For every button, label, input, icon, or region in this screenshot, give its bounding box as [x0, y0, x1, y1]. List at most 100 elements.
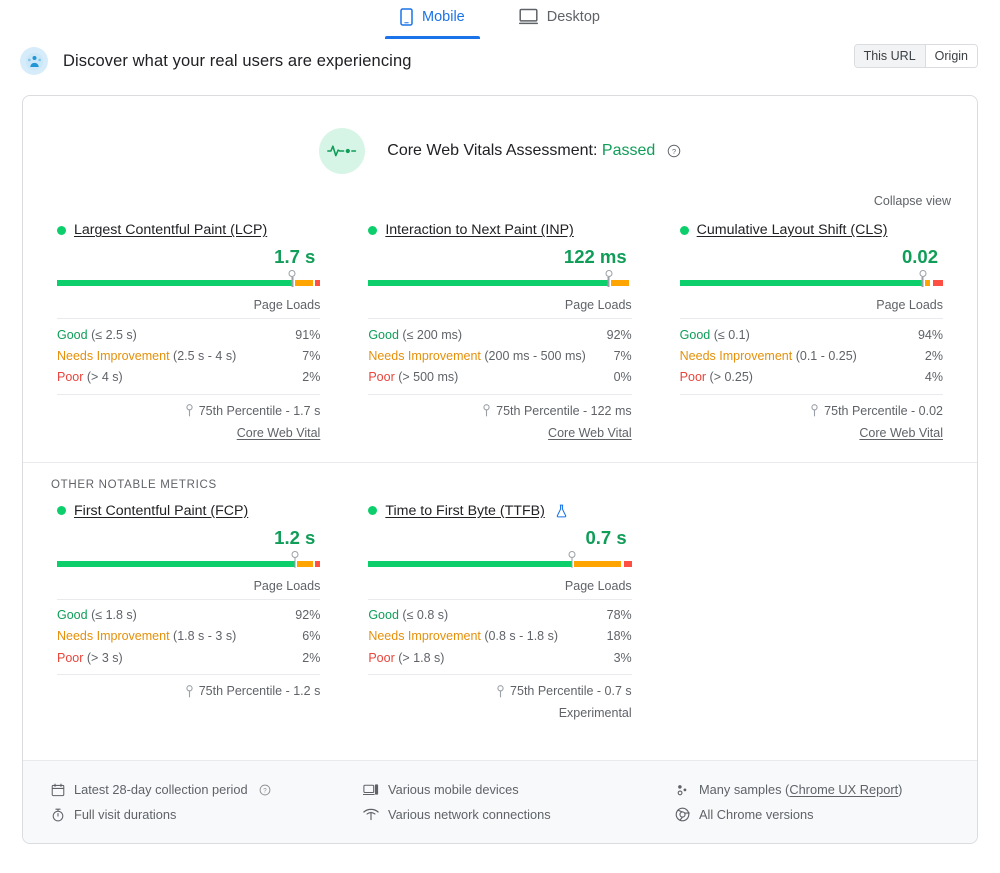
footer-item: All Chrome versions — [675, 802, 977, 827]
field-data-card: Core Web Vitals Assessment: Passed ? Col… — [22, 95, 978, 845]
percentile-text: 75th Percentile - 122 ms — [496, 403, 632, 418]
page-loads-label: Page Loads — [57, 573, 321, 600]
real-users-icon — [20, 47, 48, 75]
assessment-label: Core Web Vitals Assessment: — [387, 142, 598, 159]
help-circle-icon[interactable]: ? — [667, 144, 681, 158]
percentile-pin-icon — [482, 404, 491, 417]
bucket-list: Good (≤ 200 ms) 92% Needs Improvement (200… — [368, 319, 631, 388]
bucket-row: Good (≤ 2.5 s) 91% — [57, 324, 320, 345]
bucket-row: Needs Improvement (0.8 s - 1.8 s) 18% — [368, 626, 631, 647]
metric-value: 1.7 s — [274, 246, 316, 267]
percentile-marker-icon — [568, 550, 576, 568]
footer-item-text: Many samples (Chrome UX Report) — [699, 782, 903, 798]
bar-segment-poor — [932, 280, 943, 286]
percentile-row: 75th Percentile - 122 ms — [368, 393, 632, 418]
tab-desktop[interactable]: Desktop — [509, 6, 610, 38]
bucket-label: Poor (> 1.8 s) — [368, 650, 445, 665]
bucket-percentage: 7% — [302, 348, 321, 363]
status-dot-icon — [368, 225, 378, 235]
status-badge: Passed — [601, 142, 656, 159]
percentile-marker-icon — [919, 270, 927, 287]
footer-column: Many samples (Chrome UX Report) All Chrom… — [659, 777, 977, 827]
samples-icon — [675, 783, 690, 797]
pulse-icon — [319, 128, 366, 174]
metric-footnote: Core Web Vital — [57, 418, 321, 440]
footer-column: Latest 28-day collection period? Full vis… — [23, 777, 341, 827]
bar-segment-good — [368, 280, 609, 286]
bucket-percentage: 91% — [295, 327, 321, 342]
core-web-vitals-grid: Largest Contentful Paint (LCP) 1.7 s Page … — [23, 210, 977, 454]
core-web-vital-link[interactable]: Core Web Vital — [859, 426, 943, 440]
bucket-label: Needs Improvement (0.8 s - 1.8 s) — [368, 629, 559, 644]
metric-title-link[interactable]: Largest Contentful Paint (LCP) — [74, 222, 267, 238]
metric-header: Interaction to Next Paint (INP) — [368, 222, 631, 238]
distribution-bar — [57, 550, 321, 569]
metric-value: 0.7 s — [585, 526, 627, 548]
bucket-row: Good (≤ 0.1) 94% — [680, 324, 943, 345]
metric-header: Cumulative Layout Shift (CLS) — [679, 222, 943, 238]
bucket-percentage: 2% — [924, 348, 943, 363]
bar-segment-poor — [315, 280, 321, 286]
page-title: Discover what your real users are experi… — [63, 51, 412, 70]
bucket-percentage: 18% — [606, 629, 632, 644]
bar-segment-poor — [623, 560, 632, 567]
metric-card: First Contentful Paint (FCP) 1.2 s Page Lo… — [33, 503, 344, 727]
bucket-row: Needs Improvement (1.8 s - 3 s) 6% — [57, 626, 320, 647]
bucket-label: Needs Improvement (1.8 s - 3 s) — [57, 629, 237, 644]
footer-item-text: All Chrome versions — [699, 807, 814, 823]
bucket-list: Good (≤ 2.5 s) 91% Needs Improvement (2.5 … — [57, 319, 320, 388]
bucket-label: Poor (> 3 s) — [57, 650, 123, 665]
bucket-label: Good (≤ 2.5 s) — [57, 327, 137, 342]
bucket-list: Good (≤ 0.8 s) 78% Needs Improvement (0.8 … — [368, 600, 631, 669]
distribution-bar-track — [679, 280, 943, 286]
scope-origin-button[interactable]: Origin — [924, 45, 977, 67]
metric-title-link[interactable]: Cumulative Layout Shift (CLS) — [697, 222, 888, 238]
card-footer: Latest 28-day collection period? Full vis… — [23, 760, 977, 844]
metric-header: First Contentful Paint (FCP) — [57, 503, 320, 519]
bucket-percentage: 6% — [302, 629, 321, 644]
distribution-bar-track — [368, 280, 631, 286]
footer-item-text: Full visit durations — [74, 807, 177, 823]
percentile-marker-icon — [291, 550, 299, 568]
metric-footnote: Core Web Vital — [368, 418, 632, 440]
metric-card: Cumulative Layout Shift (CLS) 0.02 Page Lo… — [656, 222, 967, 446]
footer-item-text: Various mobile devices — [388, 782, 519, 798]
footer-item-text: Latest 28-day collection period — [74, 782, 248, 798]
bucket-percentage: 92% — [606, 327, 632, 342]
bucket-row: Poor (> 1.8 s) 3% — [368, 647, 631, 668]
bucket-list: Good (≤ 0.1) 94% Needs Improvement (0.1 - … — [680, 319, 943, 388]
bucket-label: Needs Improvement (0.1 - 0.25) — [679, 348, 857, 363]
percentile-text: 75th Percentile - 1.7 s — [198, 403, 321, 418]
status-dot-icon — [57, 506, 66, 516]
stopwatch-icon — [51, 808, 65, 822]
metric-title-link[interactable]: First Contentful Paint (FCP) — [74, 503, 248, 519]
footer-item: Latest 28-day collection period? — [51, 777, 341, 802]
bucket-label: Good (≤ 200 ms) — [368, 327, 463, 342]
help-circle-icon[interactable]: ? — [259, 784, 271, 796]
bucket-label: Needs Improvement (2.5 s - 4 s) — [57, 348, 237, 363]
bucket-label: Good (≤ 0.1) — [679, 327, 750, 342]
distribution-bar-track — [368, 560, 632, 567]
metric-title-link[interactable]: Interaction to Next Paint (INP) — [385, 222, 573, 238]
collapse-view-button[interactable]: Collapse view — [874, 194, 951, 208]
metric-header: Largest Contentful Paint (LCP) — [57, 222, 320, 238]
chrome-ux-report-link[interactable]: Chrome UX Report — [789, 782, 898, 797]
bar-segment-good — [57, 280, 293, 286]
page-loads-label: Page Loads — [57, 292, 321, 319]
percentile-row: 75th Percentile - 0.02 — [679, 393, 943, 418]
bucket-row: Poor (> 500 ms) 0% — [368, 366, 631, 387]
svg-text:?: ? — [672, 147, 676, 156]
tab-mobile[interactable]: Mobile — [385, 6, 480, 39]
devices-icon — [363, 783, 379, 796]
bar-segment-good — [368, 560, 573, 567]
metric-value: 122 ms — [563, 246, 627, 267]
percentile-text: 75th Percentile - 0.02 — [824, 403, 943, 418]
bucket-list: Good (≤ 1.8 s) 92% Needs Improvement (1.8 … — [57, 600, 320, 669]
scope-this-url-button[interactable]: This URL — [854, 45, 925, 67]
core-web-vital-link[interactable]: Core Web Vital — [548, 426, 632, 440]
core-web-vital-link[interactable]: Core Web Vital — [237, 426, 321, 440]
metric-title-link[interactable]: Time to First Byte (TTFB) — [385, 503, 544, 519]
metric-card: Time to First Byte (TTFB) 0.7 s Page Loads… — [344, 503, 655, 727]
percentile-marker-icon — [605, 270, 613, 287]
experimental-flask-icon[interactable] — [555, 504, 568, 518]
